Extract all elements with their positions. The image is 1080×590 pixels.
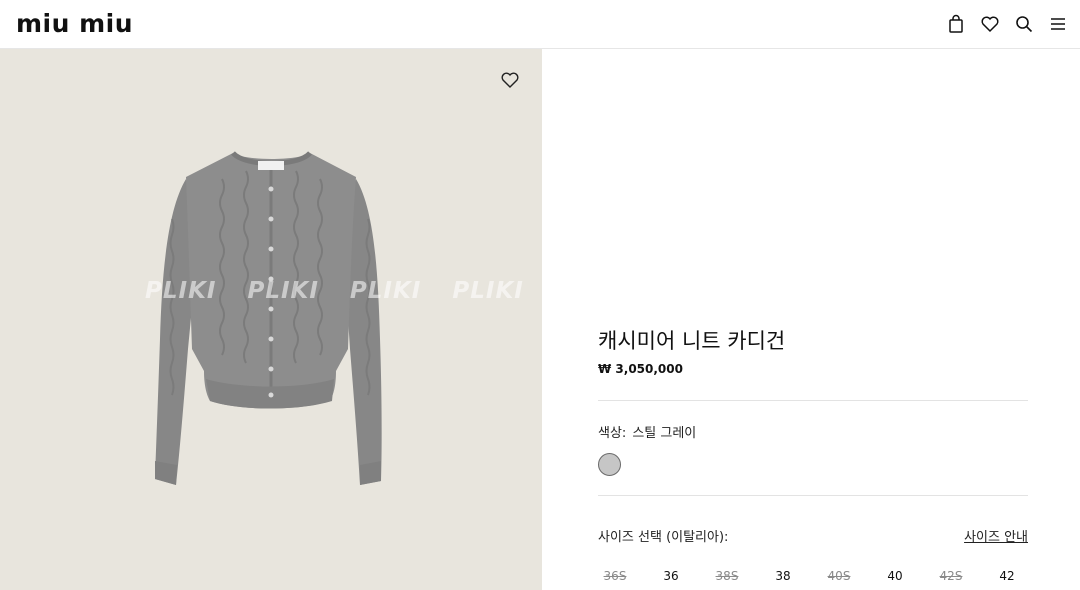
site-header: miu miu (0, 0, 1080, 49)
divider (598, 400, 1028, 401)
color-value: 스틸 그레이 (632, 426, 697, 441)
size-option[interactable]: 42 (979, 569, 1035, 583)
watermark-text: PLIKI PLIKI PLIKI PLIKI PL (145, 278, 542, 304)
size-option[interactable]: 38 (755, 569, 811, 583)
product-image-pane[interactable]: PLIKI PLIKI PLIKI PLIKI PL (0, 49, 542, 590)
color-row: 색상: 스틸 그레이 (598, 422, 702, 441)
menu-icon[interactable] (1048, 14, 1068, 34)
size-option[interactable]: 40 (867, 569, 923, 583)
product-title: 캐시미어 니트 카디건 (598, 329, 786, 353)
color-label: 색상: (598, 426, 627, 441)
heart-icon[interactable] (980, 14, 1000, 34)
size-option: 38S (715, 569, 739, 583)
size-label: 사이즈 선택 (이탈리아): (598, 530, 729, 545)
brand-logo[interactable]: miu miu (16, 11, 133, 37)
product-image (155, 151, 382, 485)
search-icon[interactable] (1014, 14, 1034, 34)
size-option: 40S (827, 569, 851, 583)
size-options: 36S 36 38S 38 40S 40 42S 42 (598, 569, 1028, 583)
color-swatch-steel-grey[interactable] (598, 453, 621, 476)
wishlist-heart-icon[interactable] (500, 71, 520, 91)
divider (598, 495, 1028, 496)
product-price: ₩ 3,050,000 (598, 362, 683, 376)
size-option: 36S (603, 569, 627, 583)
size-option: 42S (939, 569, 963, 583)
bag-icon[interactable] (946, 14, 966, 34)
header-icons (946, 14, 1068, 34)
size-guide-link[interactable]: 사이즈 안내 (964, 526, 1028, 545)
size-option[interactable]: 36 (643, 569, 699, 583)
